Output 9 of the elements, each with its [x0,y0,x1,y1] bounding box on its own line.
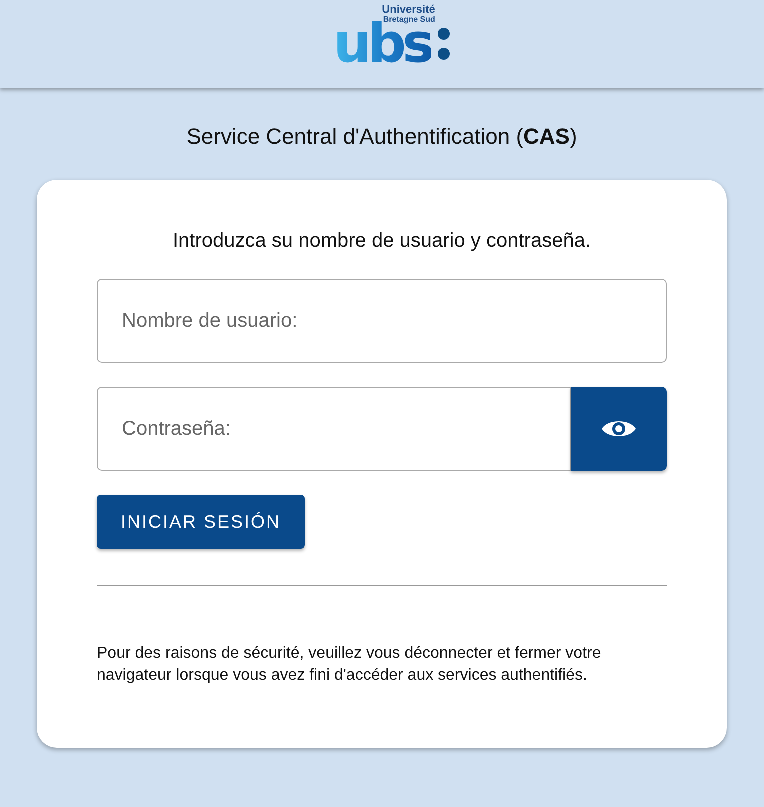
username-field[interactable]: Nombre de usuario: [97,279,667,363]
password-field[interactable]: Contraseña: [97,387,571,471]
login-button[interactable]: INICIAR SESIÓN [97,495,306,549]
colon-icon [436,27,451,61]
security-notice: Pour des raisons de sécurité, veuillez vous déconnecter et fermer votre navigateur lorsque vous avez fini d'accéder aux services authentifiés. [97,644,602,686]
logo-text: Université [382,5,436,16]
page-title: Service Central d'Authentification (CAS) [186,124,578,150]
form-heading: Introduzca su nombre de usuario y contraseña. [172,230,592,253]
show-password-button[interactable] [571,387,667,471]
